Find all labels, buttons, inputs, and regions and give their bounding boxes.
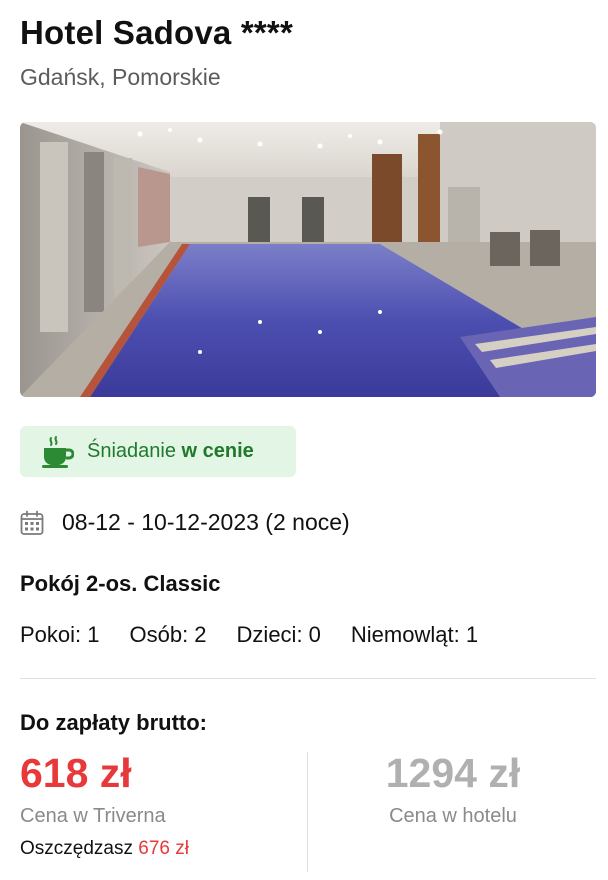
- divider: [20, 678, 596, 679]
- guest-counts: Pokoi: 1 Osób: 2 Dzieci: 0 Niemowląt: 1: [20, 622, 508, 648]
- hotel-price: 1294 zł: [385, 750, 521, 796]
- breakfast-included-badge: Śniadanie w cenie: [20, 426, 296, 477]
- hotel-photo: [20, 122, 596, 397]
- hotel-location: Gdańsk, Pomorskie: [20, 64, 221, 90]
- calendar-icon: [20, 510, 44, 535]
- coffee-cup-icon: [42, 435, 74, 468]
- savings-line: Oszczędzasz 676 zł: [20, 838, 308, 860]
- payment-label: Do zapłaty brutto:: [20, 710, 207, 735]
- breakfast-label: Śniadanie: [87, 440, 176, 462]
- children-count: Dzieci: 0: [236, 622, 321, 647]
- our-price-block: 618 zł Cena w Triverna Oszczędzasz 676 z…: [20, 750, 308, 870]
- stay-dates-text: 08-12 - 10-12-2023 (2 noce): [62, 509, 350, 535]
- savings-amount: 676 zł: [138, 838, 189, 859]
- pool-image: [20, 122, 596, 397]
- stay-dates: 08-12 - 10-12-2023 (2 noce): [20, 509, 350, 536]
- hotel-price-label: Cena w hotelu: [389, 805, 517, 827]
- room-name: Pokój 2-os. Classic: [20, 571, 221, 596]
- hotel-name: Hotel Sadova ****: [20, 14, 293, 51]
- breakfast-included-label: w cenie: [181, 440, 254, 462]
- persons-count: Osób: 2: [129, 622, 207, 647]
- infants-count: Niemowląt: 1: [350, 622, 479, 647]
- breakfast-badge-text: Śniadanie w cenie: [87, 440, 254, 463]
- rooms-count: Pokoi: 1: [20, 622, 100, 647]
- savings-label: Oszczędzasz: [20, 838, 133, 859]
- our-price: 618 zł: [20, 750, 132, 796]
- our-price-label: Cena w Triverna: [20, 805, 166, 827]
- hotel-price-block: 1294 zł Cena w hotelu: [310, 750, 596, 870]
- price-separator: [307, 752, 308, 872]
